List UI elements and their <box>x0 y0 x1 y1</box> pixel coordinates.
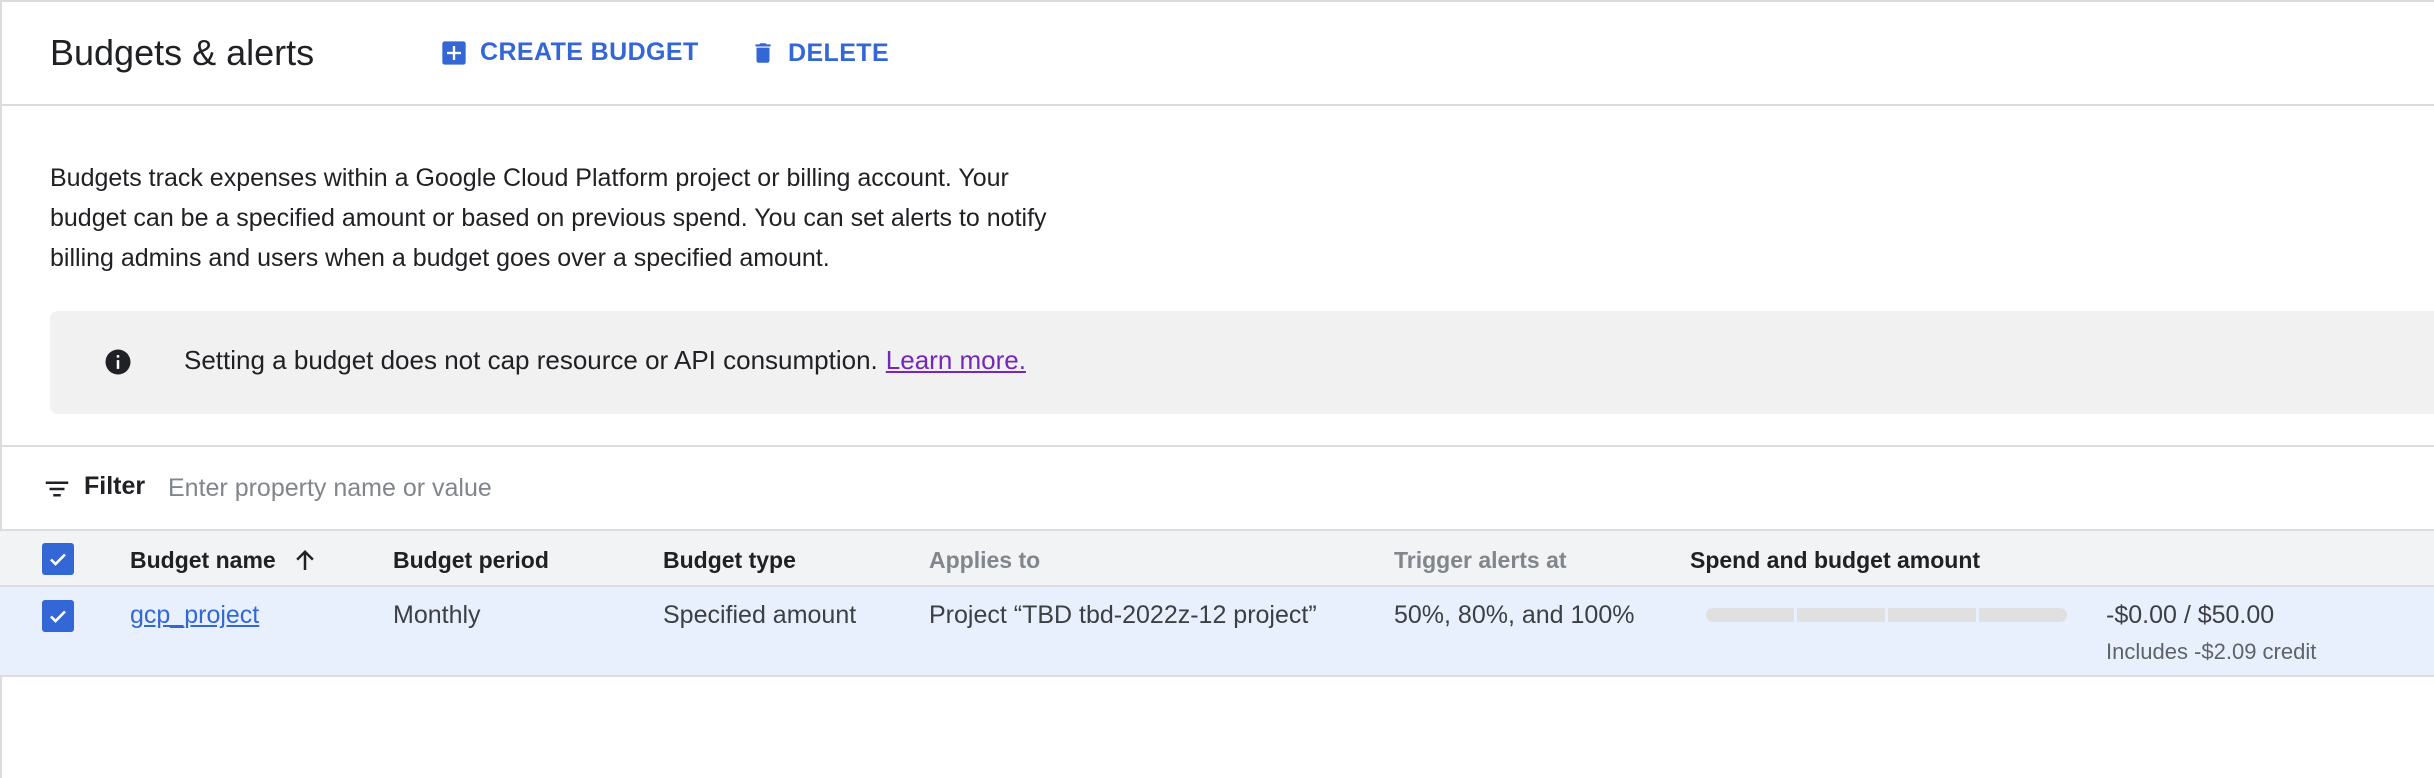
sort-ascending-icon[interactable] <box>290 543 320 582</box>
create-budget-label: CREATE BUDGET <box>480 38 699 66</box>
delete-label: DELETE <box>788 38 890 67</box>
learn-more-link[interactable]: Learn more. <box>886 345 1026 375</box>
check-icon <box>50 553 66 566</box>
filter-label: Filter <box>84 472 146 500</box>
filter-icon <box>42 474 72 509</box>
progress-segment <box>1706 608 1794 622</box>
column-header-trigger-alerts: Trigger alerts at <box>1394 547 1567 573</box>
budget-name-link[interactable]: gcp_project <box>130 601 259 630</box>
info-banner: Setting a budget does not cap resource o… <box>50 311 2434 414</box>
filter-input[interactable] <box>168 465 1368 511</box>
column-header-spend-amount: Spend and budget amount <box>1690 547 1981 573</box>
create-budget-button[interactable]: CREATE BUDGET <box>440 38 699 67</box>
select-all-checkbox[interactable] <box>42 543 74 575</box>
filter-bar: Filter <box>0 445 2434 529</box>
spend-credit-note: Includes -$2.09 credit <box>2106 639 2317 664</box>
delete-button[interactable]: DELETE <box>750 38 889 68</box>
column-header-budget-name[interactable]: Budget name <box>130 547 276 574</box>
spend-amount: -$0.00 / $50.00 <box>2106 601 2275 629</box>
budget-period-cell: Monthly <box>393 601 481 629</box>
budget-type-cell: Specified amount <box>663 601 857 629</box>
budgets-page: Budgets & alerts CREATE BUDGET DELETE Bu… <box>0 0 2434 778</box>
add-box-icon <box>440 39 468 67</box>
trigger-alerts-cell: 50%, 80%, and 100% <box>1394 601 1635 629</box>
info-icon <box>103 347 133 382</box>
progress-segment <box>1888 608 1976 622</box>
column-header-budget-period[interactable]: Budget period <box>393 547 549 574</box>
applies-to-cell: Project “TBD tbd-2022z-12 project” <box>929 601 1317 629</box>
info-message: Setting a budget does not cap resource o… <box>184 345 878 375</box>
progress-segment <box>1979 608 2067 622</box>
trash-icon <box>750 38 776 68</box>
info-banner-text: Setting a budget does not cap resource o… <box>184 345 1026 376</box>
page-header: Budgets & alerts CREATE BUDGET DELETE <box>0 2 2434 106</box>
progress-segment <box>1797 608 1885 622</box>
spend-progress-bar <box>1706 608 2067 622</box>
row-checkbox[interactable] <box>42 600 74 632</box>
check-icon <box>50 610 66 623</box>
column-header-applies-to: Applies to <box>929 547 1041 573</box>
page-description: Budgets track expenses within a Google C… <box>50 164 1047 272</box>
table-row[interactable]: gcp_project Monthly Specified amount Pro… <box>0 587 2434 677</box>
column-header-budget-type[interactable]: Budget type <box>663 547 796 574</box>
table-header: Budget name Budget period Budget type Ap… <box>0 529 2434 587</box>
page-title: Budgets & alerts <box>50 32 315 73</box>
